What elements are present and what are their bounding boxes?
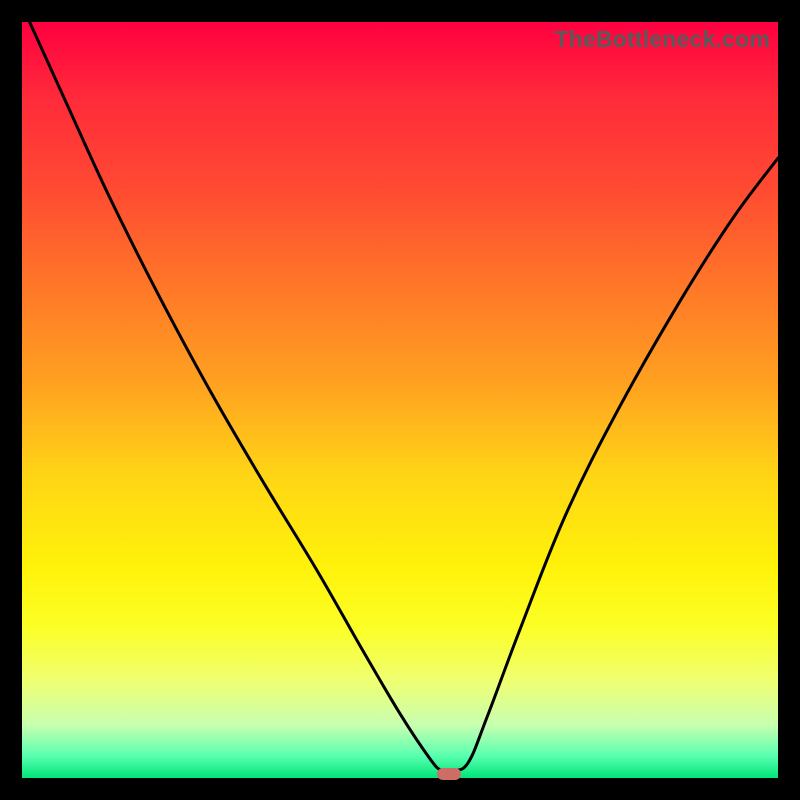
optimum-marker [437,768,461,780]
plot-area: TheBottleneck.com [22,22,778,778]
curve-svg [22,22,778,778]
chart-container: TheBottleneck.com [0,0,800,800]
bottleneck-curve [30,22,778,772]
